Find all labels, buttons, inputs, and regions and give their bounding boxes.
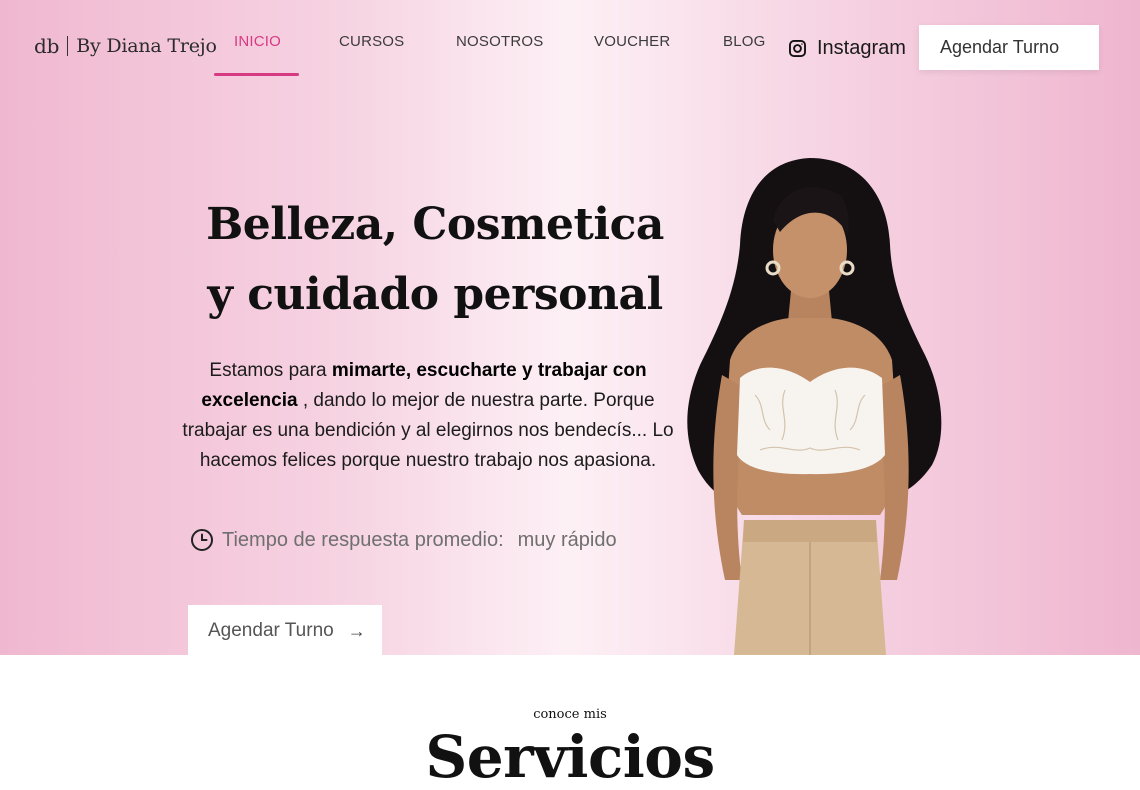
hero-headline: Belleza, Cosmetica y cuidado personal (170, 190, 700, 330)
nav-item-cursos[interactable]: CURSOS (339, 33, 404, 50)
instagram-icon (789, 40, 806, 57)
hero-headline-line1: Belleza, Cosmetica (206, 199, 664, 250)
hero-desc-pre: Estamos para (209, 360, 332, 381)
clock-icon (191, 529, 213, 551)
hero-book-appointment-button[interactable]: Agendar Turno → (188, 605, 382, 655)
nav-active-indicator (214, 73, 299, 76)
nav-item-nosotros[interactable]: NOSOTROS (456, 33, 543, 50)
hero-cta-label: Agendar Turno (208, 620, 334, 641)
instagram-link[interactable]: Instagram (788, 37, 906, 60)
services-title: Servicios (425, 723, 715, 790)
services-kicker: conoce mis (533, 707, 607, 722)
nav-item-inicio[interactable]: INICIO (234, 33, 281, 50)
hero-headline-line2: y cuidado personal (207, 269, 663, 320)
response-time: Tiempo de respuesta promedio: muy rápido (190, 528, 617, 552)
instagram-label: Instagram (817, 37, 906, 59)
nav-item-voucher[interactable]: VOUCHER (594, 33, 670, 50)
nav-item-blog[interactable]: BLOG (723, 33, 765, 50)
hero-section: db By Diana Trejo INICIO CURSOS NOSOTROS… (0, 0, 1140, 655)
response-time-value: muy rápido (517, 528, 617, 551)
arrow-right-icon: → (347, 620, 366, 641)
model-photo (687, 158, 942, 655)
response-time-label: Tiempo de respuesta promedio: (222, 528, 504, 551)
hero-description: Estamos para mimarte, escucharte y traba… (180, 356, 676, 476)
nav-book-appointment-button[interactable]: Agendar Turno (919, 25, 1099, 70)
